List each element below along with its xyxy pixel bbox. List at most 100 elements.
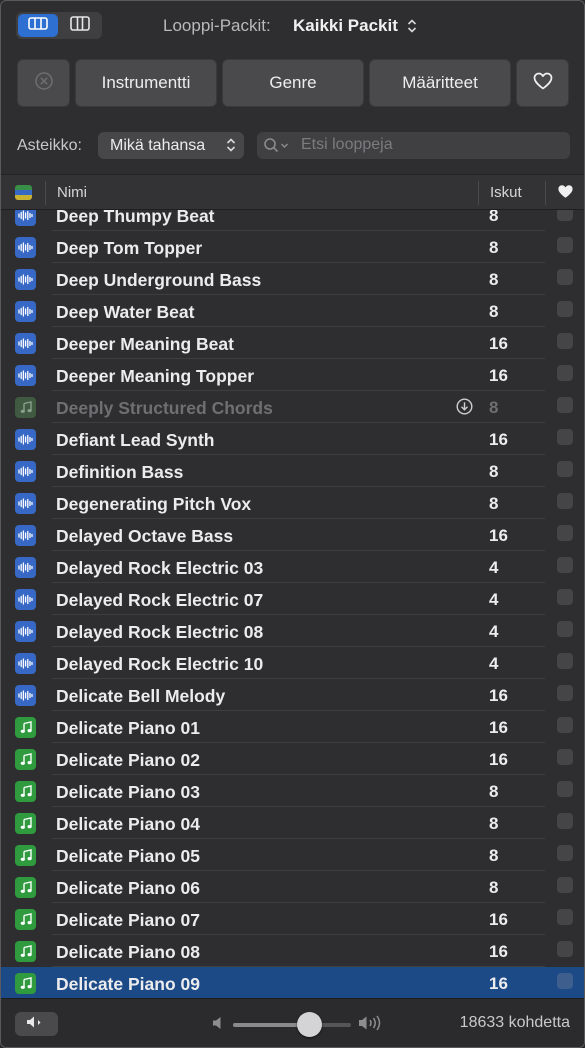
loop-name: Delicate Piano 02 xyxy=(56,750,200,770)
loop-name: Delicate Piano 03 xyxy=(56,782,200,802)
favorite-checkbox[interactable] xyxy=(557,621,573,637)
table-row[interactable]: Delayed Rock Electric 07 4 xyxy=(1,583,584,615)
table-row[interactable]: Delicate Piano 05 8 xyxy=(1,839,584,871)
favorite-checkbox[interactable] xyxy=(557,685,573,701)
download-icon[interactable] xyxy=(456,398,473,420)
table-row[interactable]: Delicate Piano 01 16 xyxy=(1,711,584,743)
table-row[interactable]: Delicate Piano 03 8 xyxy=(1,775,584,807)
favorite-checkbox[interactable] xyxy=(557,717,573,733)
loop-name: Deeper Meaning Topper xyxy=(56,366,255,386)
button-view-toggle[interactable] xyxy=(18,14,58,37)
favorite-checkbox[interactable] xyxy=(557,429,573,445)
descriptors-filter-button[interactable]: Määritteet xyxy=(369,59,511,107)
favorite-checkbox[interactable] xyxy=(557,941,573,957)
loop-beats: 8 xyxy=(489,238,499,257)
loop-beats: 8 xyxy=(489,814,499,833)
favorite-checkbox[interactable] xyxy=(557,845,573,861)
volume-slider-knob[interactable] xyxy=(297,1012,323,1037)
favorites-filter-button[interactable] xyxy=(516,59,569,107)
favorite-checkbox[interactable] xyxy=(557,269,573,285)
midi-loop-icon xyxy=(15,749,36,770)
favorite-checkbox[interactable] xyxy=(557,781,573,797)
audio-loop-icon xyxy=(15,333,36,354)
table-row[interactable]: Deep Tom Topper 8 xyxy=(1,231,584,263)
loop-beats: 16 xyxy=(489,334,508,353)
footer-bar: 18633 kohdetta xyxy=(1,998,584,1047)
audio-loop-icon xyxy=(15,493,36,514)
table-row[interactable]: Delicate Piano 04 8 xyxy=(1,807,584,839)
scale-popup[interactable]: Mikä tahansa xyxy=(98,132,244,159)
table-row[interactable]: Deeply Structured Chords 8 xyxy=(1,391,584,423)
loop-beats: 8 xyxy=(489,782,499,801)
favorite-checkbox[interactable] xyxy=(557,813,573,829)
volume-slider[interactable] xyxy=(233,1012,351,1037)
table-row[interactable]: Definition Bass 8 xyxy=(1,455,584,487)
table-row[interactable]: Delayed Rock Electric 10 4 xyxy=(1,647,584,679)
name-column-header[interactable]: Nimi xyxy=(57,184,87,201)
table-row[interactable]: Deep Water Beat 8 xyxy=(1,295,584,327)
genre-filter-label: Genre xyxy=(269,73,317,92)
favorite-checkbox[interactable] xyxy=(557,653,573,669)
favorite-checkbox[interactable] xyxy=(557,557,573,573)
table-row[interactable]: Delayed Rock Electric 08 4 xyxy=(1,615,584,647)
reset-filters-button[interactable] xyxy=(17,59,70,107)
loop-beats: 8 xyxy=(489,270,499,289)
loop-name: Delayed Rock Electric 10 xyxy=(56,654,264,674)
favorite-checkbox[interactable] xyxy=(557,909,573,925)
loop-beats: 8 xyxy=(489,494,499,513)
favorite-heart-icon[interactable] xyxy=(557,184,574,204)
favorite-checkbox[interactable] xyxy=(557,461,573,477)
favorite-checkbox[interactable] xyxy=(557,365,573,381)
loop-list: Deep Thumpy Beat 8 Deep Tom Topper 8 Deep Un… xyxy=(1,210,584,998)
favorite-checkbox[interactable] xyxy=(557,749,573,765)
favorite-checkbox[interactable] xyxy=(557,493,573,509)
loop-name: Delayed Octave Bass xyxy=(56,526,234,546)
loop-name: Delicate Piano 08 xyxy=(56,942,200,962)
favorite-checkbox[interactable] xyxy=(557,237,573,253)
table-row[interactable]: Delicate Piano 06 8 xyxy=(1,871,584,903)
favorite-checkbox[interactable] xyxy=(557,333,573,349)
favorite-checkbox[interactable] xyxy=(557,397,573,413)
table-row[interactable]: Delicate Bell Melody 16 xyxy=(1,679,584,711)
favorite-checkbox[interactable] xyxy=(557,301,573,317)
column-separator xyxy=(478,181,479,205)
loop-beats: 4 xyxy=(489,654,499,673)
table-row[interactable]: Delicate Piano 07 16 xyxy=(1,903,584,935)
table-row[interactable]: Delayed Rock Electric 03 4 xyxy=(1,551,584,583)
midi-loop-icon xyxy=(15,813,36,834)
table-row[interactable]: Degenerating Pitch Vox 8 xyxy=(1,487,584,519)
favorite-checkbox[interactable] xyxy=(557,210,573,221)
genre-filter-button[interactable]: Genre xyxy=(222,59,364,107)
table-row[interactable]: Delicate Piano 09 16 xyxy=(1,967,584,998)
table-row[interactable]: Deeper Meaning Topper 16 xyxy=(1,359,584,391)
loop-packs-popup[interactable]: Kaikki Packit xyxy=(293,14,417,38)
table-row[interactable]: Deep Thumpy Beat 8 xyxy=(1,210,584,231)
table-row[interactable]: Defiant Lead Synth 16 xyxy=(1,423,584,455)
column-view-toggle[interactable] xyxy=(60,14,100,37)
table-row[interactable]: Delicate Piano 02 16 xyxy=(1,743,584,775)
table-row[interactable]: Deep Underground Bass 8 xyxy=(1,263,584,295)
table-row[interactable]: Delicate Piano 08 16 xyxy=(1,935,584,967)
color-column-icon[interactable] xyxy=(15,185,32,200)
table-row[interactable]: Deeper Meaning Beat 16 xyxy=(1,327,584,359)
preview-speaker-button[interactable] xyxy=(15,1012,58,1036)
search-input[interactable] xyxy=(301,134,561,156)
favorite-checkbox[interactable] xyxy=(557,973,573,989)
favorite-checkbox[interactable] xyxy=(557,589,573,605)
table-row[interactable]: Delayed Octave Bass 16 xyxy=(1,519,584,551)
favorite-checkbox[interactable] xyxy=(557,525,573,541)
loop-beats: 16 xyxy=(489,718,508,737)
audio-loop-icon xyxy=(15,621,36,642)
favorite-checkbox[interactable] xyxy=(557,877,573,893)
search-menu-icon[interactable] xyxy=(263,137,293,160)
audio-loop-icon xyxy=(15,237,36,258)
loop-beats: 8 xyxy=(489,846,499,865)
loop-name: Delicate Piano 01 xyxy=(56,718,200,738)
loop-name: Delicate Piano 05 xyxy=(56,846,200,866)
loop-beats: 8 xyxy=(489,878,499,897)
loop-packs-value: Kaikki Packit xyxy=(293,16,398,35)
scale-search-row: Asteikko: Mikä tahansa xyxy=(1,129,584,163)
instrument-filter-button[interactable]: Instrumentti xyxy=(75,59,217,107)
beats-column-header[interactable]: Iskut xyxy=(490,184,522,201)
midi-loop-icon xyxy=(15,973,36,994)
